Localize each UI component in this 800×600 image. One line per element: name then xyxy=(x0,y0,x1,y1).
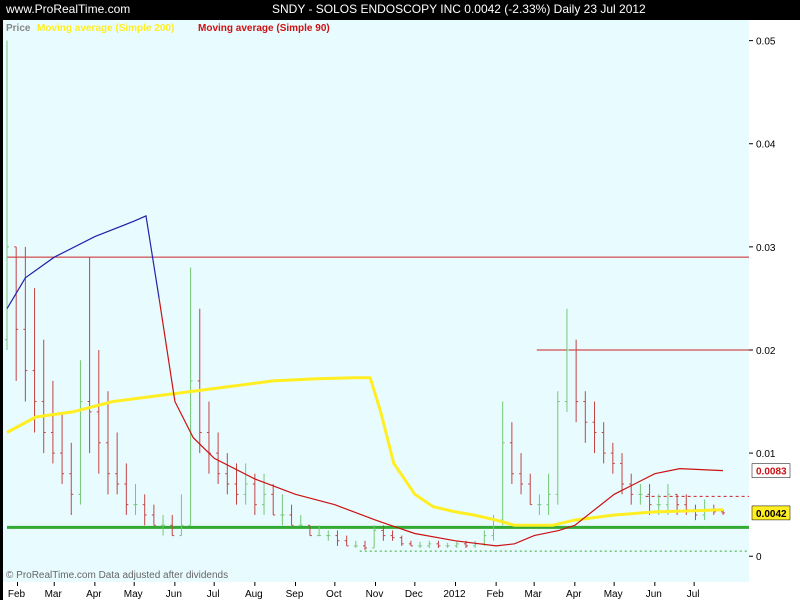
y-tick-label: 0.05 xyxy=(756,37,776,48)
x-tick-label: Mar xyxy=(525,589,543,600)
y-axis-panel xyxy=(749,20,800,582)
legend-ma90: Moving average (Simple 90) xyxy=(198,23,330,34)
x-tick-label: Jul xyxy=(207,589,220,600)
chart-header: www.ProRealTime.com SNDY - SOLOS ENDOSCO… xyxy=(0,0,800,18)
legend: Price Moving average (Simple 200) Moving… xyxy=(6,23,330,34)
y-tick-label: 0.04 xyxy=(756,140,776,151)
y-tick-label: 0.02 xyxy=(756,346,776,357)
x-tick-label: Nov xyxy=(366,589,384,600)
plot-area xyxy=(3,20,749,582)
legend-price: Price xyxy=(6,23,31,34)
x-tick-label: Oct xyxy=(326,589,342,600)
x-tick-label: Mar xyxy=(45,589,63,600)
price-chart: 0 0.01 0.02 0.03 0.04 0.05 Feb Mar Apr May Jun Jul… xyxy=(0,18,800,600)
data-credit: © ProRealTime.com Data adjusted after di… xyxy=(6,570,228,581)
value-tag: 0.0083 xyxy=(751,463,791,478)
x-tick-label: Apr xyxy=(566,589,582,600)
x-tick-label: Jul xyxy=(687,589,700,600)
site-name[interactable]: www.ProRealTime.com xyxy=(6,2,130,16)
chart-title: SNDY - SOLOS ENDOSCOPY INC 0.0042 (-2.33… xyxy=(272,2,646,16)
x-axis-panel xyxy=(3,582,800,600)
x-tick-label: Sep xyxy=(286,589,304,600)
y-tick-label: 0 xyxy=(756,552,762,563)
y-tick-label: 0.03 xyxy=(756,243,776,254)
y-tick-label: 0.01 xyxy=(756,449,776,460)
x-tick-label: Feb xyxy=(487,589,505,600)
x-tick-label: Jun xyxy=(646,589,662,600)
x-tick-label: Dec xyxy=(405,589,423,600)
x-tick-label: Aug xyxy=(245,589,263,600)
value-tag: 0.0042 xyxy=(751,505,791,521)
x-tick-label: Apr xyxy=(86,589,102,600)
legend-ma200: Moving average (Simple 200) xyxy=(37,23,174,34)
value-tag-label: 0.0042 xyxy=(756,509,787,520)
x-tick-label: Feb xyxy=(8,589,26,600)
x-tick-label: Jun xyxy=(166,589,182,600)
value-tag-label: 0.0083 xyxy=(756,467,787,478)
x-tick-label: 2012 xyxy=(443,589,466,600)
x-tick-label: May xyxy=(124,589,143,600)
x-tick-label: May xyxy=(604,589,623,600)
